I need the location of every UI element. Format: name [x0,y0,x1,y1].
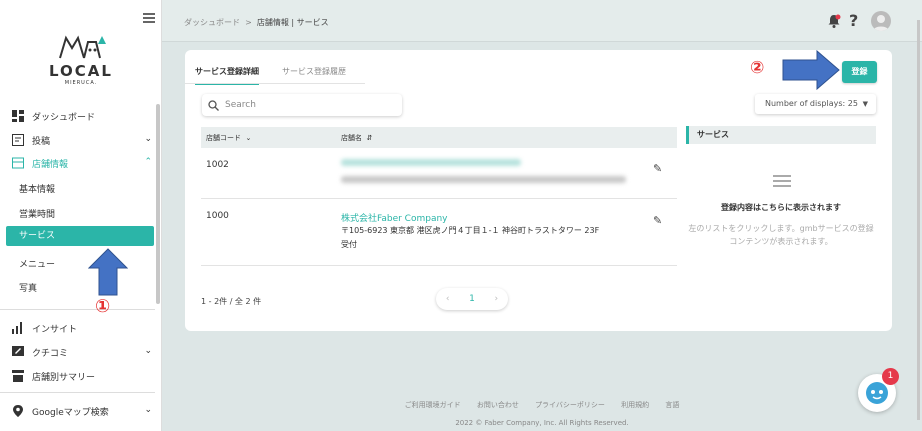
logo-text: LOCAL [49,62,113,80]
copyright: 2022 © Faber Company, Inc. All Rights Re… [455,419,629,427]
sidebar-item-label: 店舗別サマリー [32,372,96,383]
sort-down-icon: ⌄ [243,134,252,142]
bell-icon[interactable] [827,14,841,28]
sidebar-item-dashboard[interactable]: ダッシュボード [12,106,156,126]
sidebar-item-label: ダッシュボード [32,112,96,123]
chevron-down-icon: ⌄ [144,134,152,144]
store-address: 〒105-6923 東京都 港区虎ノ門４丁目１-１ 神谷町トラストタワー 23F… [341,226,600,249]
display-count-label: Number of displays: 25 [765,99,858,108]
service-empty-description: 左のリストをクリックします。gmbサービスの登録コンテンツが表示されます。 [688,224,874,246]
chat-notification-badge: 1 [882,368,899,385]
footer-link-contact[interactable]: お問い合わせ [477,401,519,409]
annotation-step-1: ① [95,296,111,317]
footer-link-privacy[interactable]: プライバシーポリシー [535,401,605,409]
store-icon [12,157,24,169]
table-row[interactable]: 1000 株式会社Faber Company 〒105-6923 東京都 港区虎… [201,199,677,266]
register-button[interactable]: 登録 [842,61,877,83]
column-label: 店舗コード [206,134,241,142]
logo-mark-icon [59,35,106,59]
sidebar-item-label: 店舗情報 [32,159,69,170]
list-icon [773,175,791,189]
sidebar-scrollbar[interactable] [156,104,160,304]
chevron-down-icon: ⌄ [144,405,152,415]
blurred-store-name [341,159,521,166]
table-row[interactable]: 1002 ✎ [201,148,677,199]
blurred-address [341,176,626,183]
store-code: 1000 [206,211,229,221]
sidebar-subitem-hours[interactable]: 営業時間 [19,207,55,220]
tab-underline [185,83,365,84]
edit-pencil-icon[interactable]: ✎ [653,162,662,175]
search-icon [208,99,219,111]
column-header-store-name[interactable]: 店舗名 ⇵ [341,133,372,143]
sidebar-item-label: Googleマップ検索 [32,407,109,418]
sort-icon: ⇵ [364,134,373,142]
breadcrumb-home[interactable]: ダッシュボード [184,18,240,27]
sidebar-subitem-photos[interactable]: 写真 [19,281,37,294]
divider [0,309,155,310]
annotation-arrow-right-icon [782,50,840,90]
tab-service-history[interactable]: サービス登録履歴 [282,66,346,77]
map-pin-icon [13,405,23,417]
annotation-arrow-up-icon [88,248,128,296]
shop-icon [12,370,24,382]
column-label: 店舗名 [341,134,362,142]
bar-chart-icon [12,322,22,334]
annotation-step-2: ② [750,58,765,78]
footer-links: ご利用環境ガイド お問い合わせ プライバシーポリシー 利用規約 言語 [162,400,922,410]
caret-down-icon: ▼ [862,100,868,108]
service-panel-title: サービス [686,126,876,144]
sidebar-subitem-service[interactable]: サービス [6,226,154,246]
help-icon[interactable]: ? [849,11,858,30]
sidebar-item-insight[interactable]: インサイト [12,318,156,338]
logo-subtext: MIERUCA. [64,80,98,86]
sidebar-item-store-summary[interactable]: 店舗別サマリー [12,366,156,386]
review-icon [12,346,24,356]
sidebar-subitem-menu[interactable]: メニュー [19,257,55,270]
breadcrumb: ダッシュボード > 店舗情報 | サービス [184,17,329,28]
dashboard-icon [12,110,24,122]
avatar[interactable] [871,11,891,31]
column-header-store-code[interactable]: 店舗コード ⌄ [206,133,251,143]
post-icon [12,134,24,146]
sidebar-item-label: クチコミ [32,348,69,359]
sidebar-subitem-basic-info[interactable]: 基本情報 [19,182,55,195]
sidebar-item-label: インサイト [32,324,78,335]
topbar: ダッシュボード > 店舗情報 | サービス ? [162,0,922,42]
logo[interactable]: LOCAL MIERUCA. [48,32,114,94]
sidebar-item-label: 投稿 [32,136,51,147]
next-page-button[interactable]: › [495,294,499,304]
chevron-down-icon: ⌄ [144,346,152,356]
sidebar-item-reviews[interactable]: クチコミ ⌄ [12,342,156,362]
search-box[interactable] [202,94,402,116]
pagination: ‹ 1 › [436,288,508,310]
store-name-link[interactable]: 株式会社Faber Company [341,211,448,224]
service-empty-title: 登録内容はこちらに表示されます [721,203,841,212]
breadcrumb-separator: > [245,18,252,27]
chevron-up-icon: ⌃ [144,157,152,167]
footer-link-environment-guide[interactable]: ご利用環境ガイド [405,401,461,409]
page-number[interactable]: 1 [469,294,475,304]
hamburger-menu-icon[interactable] [143,13,155,23]
footer-link-terms[interactable]: 利用規約 [621,401,649,409]
breadcrumb-current: 店舗情報 | サービス [256,18,329,27]
footer-link-language[interactable]: 言語 [665,401,679,409]
divider [0,392,155,393]
table-header: 店舗コード ⌄ 店舗名 ⇵ [201,127,677,148]
search-input[interactable] [225,100,385,110]
edit-pencil-icon[interactable]: ✎ [653,214,662,227]
sidebar-item-posts[interactable]: 投稿 ⌄ [12,130,156,150]
record-count: 1 - 2件 / 全 2 件 [201,297,262,306]
sidebar: LOCAL MIERUCA. ダッシュボード 投稿 ⌄ 店舗情報 ⌃ 基本情報 … [0,0,162,431]
display-count-select[interactable]: Number of displays: 25 ▼ [755,94,876,114]
page-scrollbar[interactable] [917,20,920,420]
store-code: 1002 [206,160,229,170]
prev-page-button[interactable]: ‹ [446,294,450,304]
user-avatar-icon [873,15,889,31]
sidebar-item-google-map-search[interactable]: Googleマップ検索 ⌄ [12,401,156,421]
sidebar-item-store-info[interactable]: 店舗情報 ⌃ [12,153,156,173]
main-card: サービス登録詳細 サービス登録履歴 登録 Number of displays:… [185,50,892,331]
